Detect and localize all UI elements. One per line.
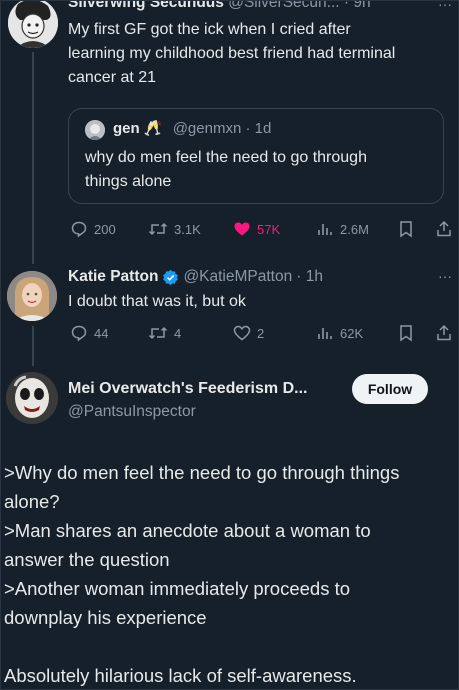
views-icon <box>318 224 332 235</box>
avatar[interactable] <box>7 271 57 321</box>
bookmark-icon <box>400 325 412 342</box>
post-text-line: My first GF got the ick when I cried aft… <box>68 21 351 38</box>
post-body-line: >Another woman immediately proceeds to <box>4 578 351 599</box>
views-icon <box>318 328 332 339</box>
quoted-avatar <box>85 120 105 140</box>
repost-icon <box>148 326 168 340</box>
verified-badge-icon <box>163 269 179 285</box>
views-count: 2.6M <box>340 221 369 237</box>
quoted-author-handle[interactable]: @genmxn <box>173 120 242 137</box>
post-time[interactable]: · 9h <box>344 0 371 11</box>
thread-line <box>32 326 34 366</box>
views-button[interactable]: 2.6M <box>316 220 369 238</box>
views-count: 62K <box>340 325 364 341</box>
share-button[interactable] <box>435 324 453 342</box>
post-body-line <box>4 632 456 661</box>
thread-line <box>32 52 34 264</box>
champagne-emoji: 🥂 <box>143 120 163 137</box>
repost-count: 4 <box>174 325 182 341</box>
post-text-line: cancer at 21 <box>68 69 157 86</box>
share-button[interactable] <box>435 220 453 238</box>
reply-button[interactable]: 44 <box>70 324 108 342</box>
repost-icon <box>148 222 168 236</box>
author-name[interactable]: Silverwing Secundus <box>68 0 224 11</box>
like-button[interactable]: 57K <box>233 220 280 238</box>
post-body-line: alone? <box>4 491 60 512</box>
post-body-line: answer the question <box>4 549 170 570</box>
author-handle[interactable]: @SilverSecun... <box>228 0 339 11</box>
reply-button[interactable]: 200 <box>70 220 116 238</box>
more-menu-button[interactable]: ··· <box>438 0 452 12</box>
share-icon <box>437 324 451 341</box>
repost-button[interactable]: 4 <box>148 324 181 342</box>
profile-photo-icon <box>7 271 57 321</box>
repost-count: 3.1K <box>174 221 201 237</box>
bookmark-button[interactable] <box>398 220 414 238</box>
bookmark-icon <box>400 221 412 238</box>
quoted-text-line: things alone <box>85 173 172 190</box>
heart-outline-icon <box>233 325 251 341</box>
post-body-line: downplay his experience <box>4 607 207 628</box>
quoted-avatar-icon <box>85 120 105 140</box>
avatar[interactable] <box>6 372 58 424</box>
heart-icon <box>234 222 250 236</box>
more-menu-button[interactable]: ··· <box>438 268 452 284</box>
author-name[interactable]: Mei Overwatch's Feederism D... <box>68 380 307 398</box>
post-body: >Why do men feel the need to go through … <box>4 458 456 690</box>
reply-count: 44 <box>94 325 109 341</box>
post-time[interactable]: · 1h <box>296 268 323 286</box>
post-text: I doubt that was it, but ok <box>68 293 246 310</box>
views-button[interactable]: 62K <box>316 324 363 342</box>
author-handle[interactable]: @KatieMPatton <box>183 268 292 286</box>
author-handle[interactable]: @PantsuInspector <box>68 403 196 421</box>
repost-button[interactable]: 3.1K <box>148 220 201 238</box>
post-body-line: Absolutely hilarious lack of self-awaren… <box>4 665 357 686</box>
like-count: 2 <box>257 325 265 341</box>
like-button[interactable]: 2 <box>233 324 264 342</box>
post-body-line: >Man shares an anecdote about a woman to <box>4 520 371 541</box>
reply-count: 200 <box>94 221 116 237</box>
quoted-post-time[interactable]: · 1d <box>245 120 271 137</box>
quoted-text-line: why do men feel the need to go through <box>85 149 367 166</box>
reply-icon <box>71 221 87 238</box>
post-text-line: learning my childhood best friend had te… <box>68 45 396 62</box>
sketch-portrait-icon <box>8 0 58 48</box>
avatar[interactable] <box>8 0 58 48</box>
author-name[interactable]: Katie Patton <box>68 268 158 286</box>
post-body-line: >Why do men feel the need to go through … <box>4 462 400 483</box>
bookmark-button[interactable] <box>398 324 414 342</box>
quoted-post[interactable]: gen 🥂 @genmxn · 1d why do men feel the n… <box>68 108 444 204</box>
mask-character-icon <box>6 372 58 424</box>
like-count: 57K <box>257 221 281 237</box>
share-icon <box>437 220 451 237</box>
quoted-author-name[interactable]: gen <box>113 120 140 137</box>
follow-button[interactable]: Follow <box>352 374 428 404</box>
reply-icon <box>71 325 87 342</box>
